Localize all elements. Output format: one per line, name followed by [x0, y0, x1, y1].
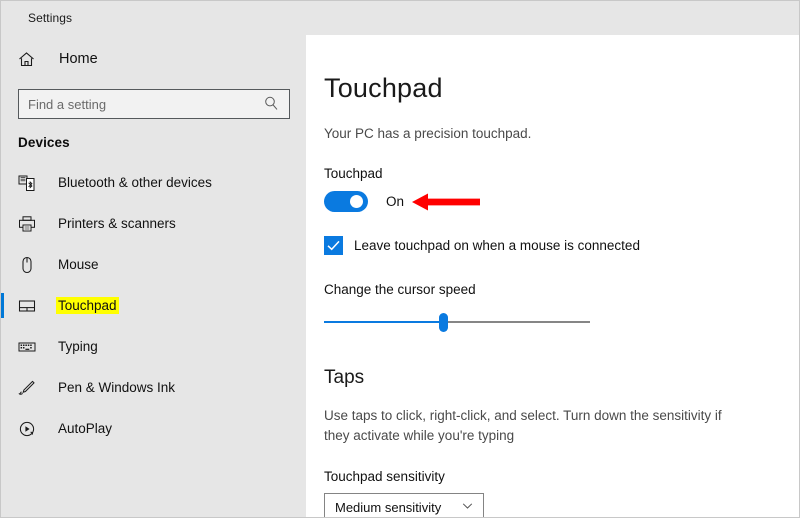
settings-window: Settings Home Find a setting Devices Blu…	[0, 0, 800, 518]
app-title: Settings	[28, 11, 73, 25]
sidebar-item-home[interactable]: Home	[1, 39, 306, 79]
touchpad-icon	[18, 297, 42, 315]
sidebar-nav-list: Bluetooth & other devices Printers & sca…	[1, 162, 306, 449]
sidebar-item-touchpad[interactable]: Touchpad	[1, 285, 306, 326]
selection-indicator	[1, 293, 4, 318]
sidebar-item-bluetooth-other-devices-label: Bluetooth & other devices	[58, 175, 212, 190]
sidebar: Home Devices	[1, 35, 306, 517]
sidebar-item-typing[interactable]: Typing	[1, 326, 306, 367]
touchpad-toggle-state: On	[386, 194, 405, 209]
main-content: Touchpad Your PC has a precision touchpa…	[306, 35, 799, 517]
home-icon	[18, 51, 44, 68]
toggle-knob	[350, 195, 363, 208]
sidebar-item-pen-windows-ink-label: Pen & Windows Ink	[58, 380, 176, 395]
page-title: Touchpad	[324, 73, 443, 103]
leave-touchpad-on-checkbox-row: Leave touchpad on when a mouse is connec…	[324, 236, 799, 255]
search-input[interactable]	[19, 90, 262, 118]
title-bar: Settings	[1, 1, 799, 35]
keyboard-icon	[18, 338, 42, 356]
touchpad-sensitivity-label: Touchpad sensitivity	[324, 468, 445, 484]
search-icon	[263, 95, 280, 117]
sidebar-section-heading: Devices	[18, 135, 70, 150]
sidebar-item-autoplay[interactable]: AutoPlay	[1, 408, 306, 449]
sidebar-item-bluetooth-other-devices[interactable]: Bluetooth & other devices	[1, 162, 306, 203]
slider-thumb[interactable]	[439, 313, 449, 332]
autoplay-icon	[18, 420, 42, 438]
cursor-speed-slider[interactable]	[324, 311, 590, 333]
chevron-down-icon	[461, 499, 474, 517]
taps-section-description: Use taps to click, right-click, and sele…	[324, 408, 722, 444]
sidebar-item-touchpad-label: Touchpad	[56, 297, 119, 314]
sidebar-item-printers-scanners-label: Printers & scanners	[58, 216, 176, 231]
sidebar-item-autoplay-label: AutoPlay	[58, 421, 113, 436]
leave-touchpad-on-checkbox[interactable]	[324, 236, 343, 255]
touchpad-sensitivity-value: Medium sensitivity	[335, 500, 442, 515]
sidebar-item-mouse-label: Mouse	[58, 257, 99, 272]
touchpad-toggle-row: On	[324, 191, 799, 212]
sidebar-item-pen-windows-ink[interactable]: Pen & Windows Ink	[1, 367, 306, 408]
mouse-icon	[18, 256, 42, 274]
bluetooth-devices-icon	[18, 174, 42, 192]
sidebar-item-printers-scanners[interactable]: Printers & scanners	[1, 203, 306, 244]
printer-icon	[18, 215, 42, 233]
window-body: Home Devices	[1, 35, 799, 517]
touchpad-sensitivity-dropdown[interactable]: Medium sensitivity	[324, 492, 484, 517]
sidebar-item-mouse[interactable]: Mouse	[1, 244, 306, 285]
touchpad-toggle-label: Touchpad	[324, 166, 383, 181]
slider-fill	[324, 321, 444, 323]
search-box[interactable]	[18, 89, 290, 119]
cursor-speed-label: Change the cursor speed	[324, 282, 476, 297]
sidebar-item-home-label: Home	[59, 51, 98, 67]
annotation-arrow-icon	[412, 192, 480, 212]
page-subtitle: Your PC has a precision touchpad.	[324, 126, 532, 141]
leave-touchpad-on-label: Leave touchpad on when a mouse is connec…	[354, 238, 640, 253]
pen-icon	[18, 379, 42, 397]
touchpad-toggle[interactable]	[324, 191, 368, 212]
taps-section-title: Taps	[324, 367, 365, 388]
sidebar-item-typing-label: Typing	[58, 339, 98, 354]
